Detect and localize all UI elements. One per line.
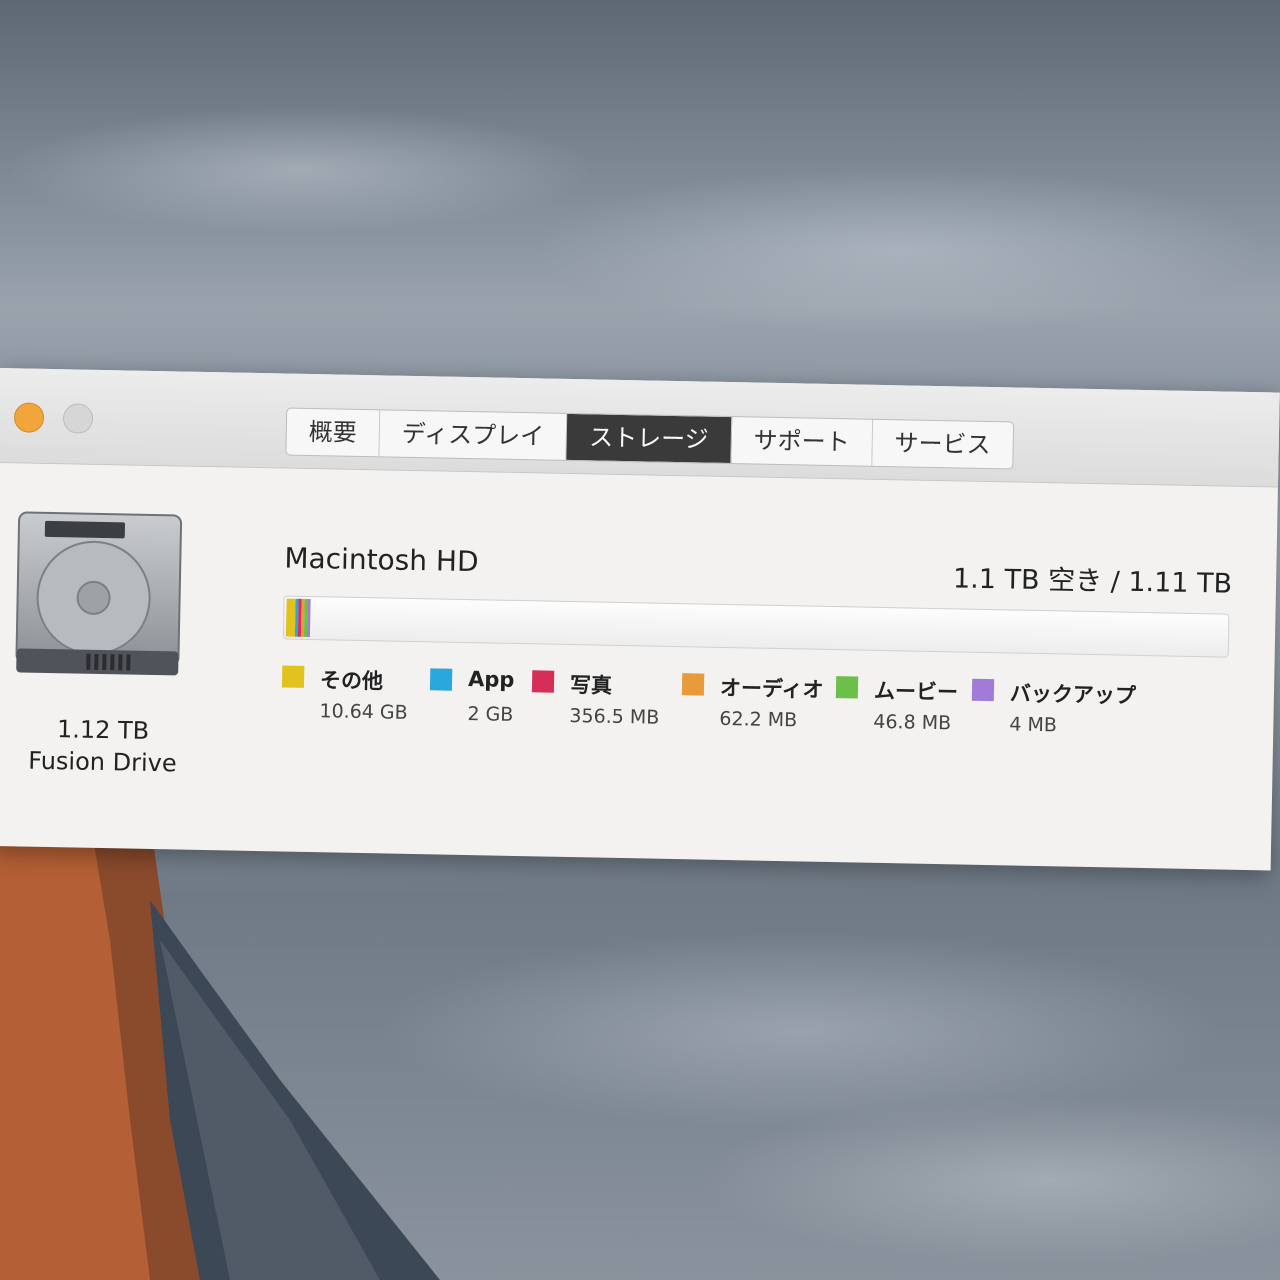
legend-label: ムービー [873,678,959,705]
usage-segment-5 [306,598,311,637]
legend-value: 4 MB [1009,713,1058,737]
legend-label: 写真 [569,673,613,698]
wallpaper-cliff [0,820,440,1280]
legend-swatch [681,673,705,696]
legend-label: バックアップ [1009,681,1137,708]
drive-type: Fusion Drive [27,746,177,778]
hard-drive-icon [15,511,183,676]
legend-swatch [429,668,453,691]
storage-legend: その他 10.64 GB App 2 GB 写真 356.5 MB オーディオ … [281,663,1242,761]
legend-value: 356.5 MB [569,704,660,729]
legend-label: オーディオ [719,675,824,702]
close-button[interactable] [13,402,45,433]
tab-display[interactable]: ディスプレイ [379,410,568,460]
tab-bar: 概要 ディスプレイ ストレージ サポート サービス [285,407,1015,470]
legend-swatch [835,676,859,699]
legend-value: 62.2 MB [719,707,798,732]
legend-swatch [971,678,995,702]
tab-support[interactable]: サポート [731,417,874,466]
drive-capacity: 1.12 TB [56,715,150,745]
volume-free-space: 1.1 TB 空き / 1.11 TB [952,563,1233,600]
legend-value: 2 GB [467,703,514,726]
about-this-mac-window: 概要 ディスプレイ ストレージ サポート サービス 1.12 TB Fusion… [0,368,1280,871]
legend-swatch [531,670,555,693]
legend-value: 10.64 GB [319,700,408,724]
tab-service[interactable]: サービス [872,420,1013,469]
storage-usage-bar [282,595,1230,658]
volume-name: Macintosh HD [284,541,479,579]
tab-storage[interactable]: ストレージ [566,413,733,464]
minimize-button[interactable] [62,403,94,434]
legend-label: その他 [319,668,384,694]
tab-overview[interactable]: 概要 [286,408,381,457]
legend-swatch [281,665,305,688]
legend-value: 46.8 MB [873,710,952,735]
legend-label: App [467,667,515,692]
